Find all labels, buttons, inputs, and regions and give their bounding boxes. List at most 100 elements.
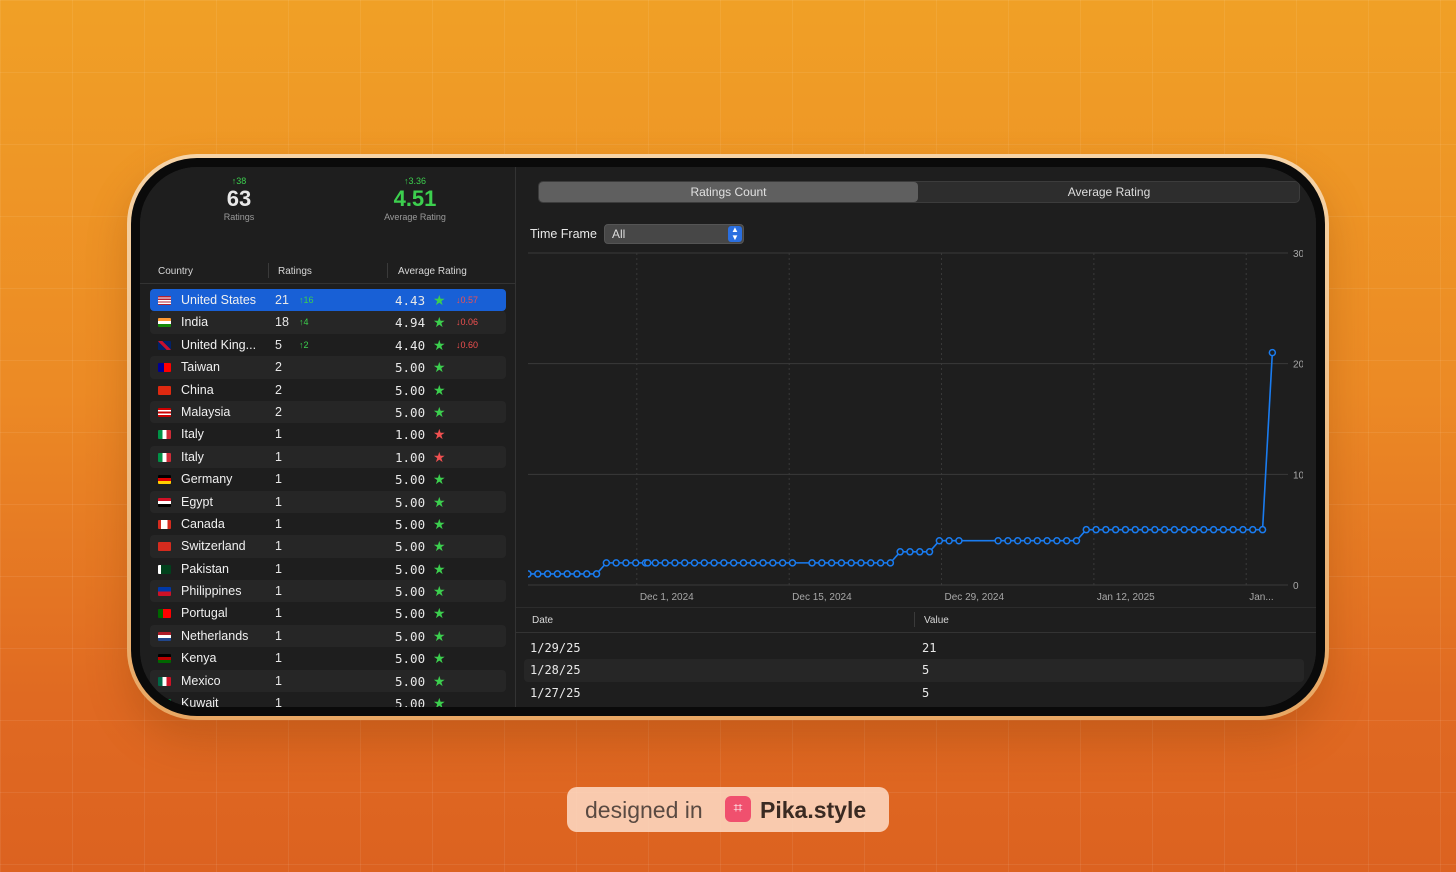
flag-icon [158, 699, 171, 707]
average-delta: ↓0.57 [456, 295, 479, 305]
country-row[interactable]: Kuwait 1 5.00 ★ [150, 692, 506, 707]
flag-icon [158, 519, 171, 529]
data-row[interactable]: 1/27/25 5 [524, 682, 1304, 704]
country-row[interactable]: Taiwan 2 5.00 ★ [150, 356, 506, 379]
country-name: Pakistan [181, 561, 229, 576]
country-row[interactable]: Pakistan 1 5.00 ★ [150, 558, 506, 580]
data-point [955, 536, 963, 545]
data-row[interactable]: 1/29/25 21 [524, 637, 1304, 659]
country-row[interactable]: Switzerland 1 5.00 ★ [150, 535, 506, 558]
star-icon: ★ [433, 560, 446, 577]
data-point [896, 548, 904, 556]
row-value: 21 [922, 641, 937, 655]
country-name: Philippines [181, 584, 242, 599]
data-point [837, 559, 846, 567]
data-point [528, 570, 532, 578]
data-point [1023, 536, 1032, 545]
flag-icon [158, 475, 171, 485]
country-row[interactable]: Philippines 1 5.00 ★ [150, 580, 506, 603]
country-row[interactable]: Kenya 1 5.00 ★ [150, 647, 506, 669]
country-row[interactable]: Portugal 1 5.00 ★ [150, 602, 506, 624]
ratings-count: 1 [275, 516, 282, 531]
data-point [534, 570, 542, 578]
country-row[interactable]: United King... 5 ↑2 4.40 ★ ↓0.60 [150, 334, 506, 356]
average-delta: ↑3.36 [403, 176, 427, 186]
average-rating: 5.00 [395, 606, 426, 622]
country-name: China [181, 382, 214, 397]
country-row[interactable]: Egypt 1 5.00 ★ [150, 490, 506, 513]
flag-icon [158, 542, 171, 552]
country-row[interactable]: India 18 ↑4 4.94 ★ ↓0.06 [150, 311, 506, 334]
data-point [769, 559, 777, 567]
column-header-average[interactable]: Average Rating [398, 266, 467, 277]
designed-in-badge[interactable]: designed in ⌗ Pika.style [567, 787, 889, 832]
average-rating: 4.40 [395, 337, 426, 353]
average-rating: 5.00 [395, 382, 426, 398]
data-point [573, 570, 581, 578]
average-rating: 5.00 [395, 360, 426, 376]
data-point [827, 559, 836, 567]
column-header-country[interactable]: Country [158, 266, 193, 277]
data-point [700, 559, 709, 567]
country-row[interactable]: Italy 1 1.00 ★ [150, 423, 506, 445]
time-frame-select[interactable]: All ▲ ▼ [604, 224, 744, 244]
row-value: 5 [922, 663, 930, 678]
ratings-count: 1 [275, 449, 282, 464]
country-name: United King... [181, 337, 257, 352]
country-row[interactable]: China 2 5.00 ★ [150, 379, 506, 401]
x-tick-label: Dec 29, 2024 [945, 592, 1005, 603]
data-point [622, 559, 630, 567]
average-rating: 5.00 [395, 696, 426, 707]
data-point [925, 548, 934, 556]
average-rating: 1.00 [395, 427, 426, 443]
average-rating: 5.00 [395, 539, 426, 555]
tab-average-rating[interactable]: Average Rating [919, 182, 1299, 202]
country-name: Taiwan [181, 360, 220, 375]
tab-ratings-count[interactable]: Ratings Count [539, 182, 918, 202]
country-row[interactable]: Germany 1 5.00 ★ [150, 468, 506, 490]
star-icon: ★ [433, 672, 446, 689]
data-row[interactable]: 1/28/25 5 [524, 659, 1304, 682]
data-point [651, 559, 660, 567]
time-frame-value: All [612, 227, 626, 241]
country-row[interactable]: United States 21 ↑16 4.43 ★ ↓0.57 [150, 289, 506, 312]
ratings-count: 1 [275, 427, 282, 442]
star-icon: ★ [433, 493, 446, 510]
data-point [994, 536, 1002, 545]
flag-icon [158, 497, 171, 507]
row-date: 1/27/25 [530, 685, 581, 700]
data-point [857, 559, 865, 567]
country-row[interactable]: Netherlands 1 5.00 ★ [150, 624, 506, 648]
column-header-ratings[interactable]: Ratings [278, 266, 312, 277]
data-point [818, 559, 826, 567]
country-name: United States [181, 293, 257, 307]
flag-icon [158, 407, 171, 417]
ratings-delta: ↑2 [299, 339, 309, 350]
x-tick-label: Dec 15, 2024 [792, 592, 852, 603]
ratings-delta: ↑38 [231, 176, 247, 186]
star-icon: ★ [433, 538, 446, 555]
data-point [1141, 525, 1149, 534]
app-window: ↑38 63 Ratings ↑3.36 4.51 Average Rating… [140, 167, 1316, 707]
data-point [1190, 525, 1198, 534]
column-header-date[interactable]: Date [532, 615, 553, 626]
country-panel: ↑38 63 Ratings ↑3.36 4.51 Average Rating… [140, 167, 516, 707]
country-name: Mexico [181, 673, 221, 688]
data-point [543, 570, 552, 578]
country-name: Netherlands [181, 628, 249, 643]
data-point [1062, 536, 1071, 545]
data-point [583, 570, 591, 578]
average-rating: 5.00 [395, 673, 426, 689]
country-row[interactable]: Mexico 1 5.00 ★ [150, 669, 506, 693]
column-header-value[interactable]: Value [924, 615, 949, 626]
data-point [808, 559, 816, 567]
data-point [729, 559, 738, 567]
country-row[interactable]: Italy 1 1.00 ★ [150, 445, 506, 469]
country-row[interactable]: Malaysia 2 5.00 ★ [150, 400, 506, 424]
country-name: Malaysia [181, 404, 231, 419]
data-point [1043, 536, 1051, 545]
data-point [671, 559, 679, 567]
flag-icon [158, 318, 171, 328]
country-row[interactable]: Canada 1 5.00 ★ [150, 513, 506, 535]
ratings-line-chart: 30 20 10 0 Dec 1, 2024 Dec 15, 2024 Dec 29, 20… [528, 249, 1303, 603]
